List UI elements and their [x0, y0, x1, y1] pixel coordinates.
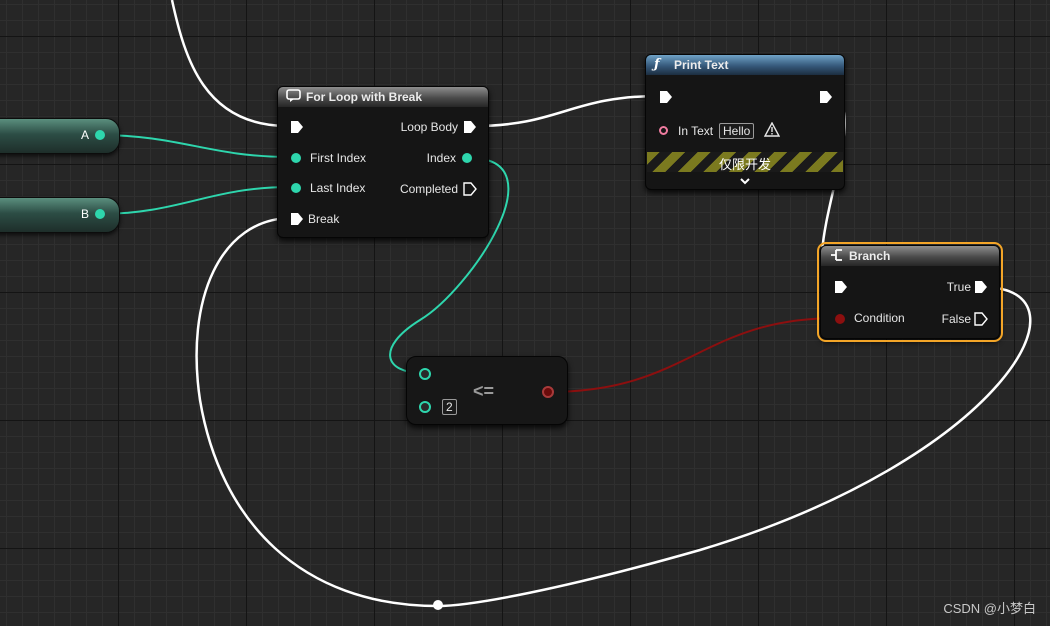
in-text-pin[interactable]	[659, 126, 668, 135]
first-index-label: First Index	[310, 151, 367, 165]
index-output-pin[interactable]	[462, 153, 472, 163]
for-loop-with-break-node[interactable]: For Loop with Break Loop Body First Inde…	[277, 86, 489, 238]
node-title: Print Text	[674, 58, 729, 72]
branch-icon	[829, 248, 845, 265]
break-label: Break	[308, 212, 340, 226]
exec-wire-loop-body-print	[473, 94, 661, 128]
exec-wire-incoming	[170, 0, 287, 128]
print-text-node[interactable]: ƒ Print Text In Text Hello 仅限开发	[645, 54, 845, 190]
in-text-value-field[interactable]: Hello	[719, 123, 755, 139]
compare-result-pin[interactable]	[542, 386, 554, 398]
chevron-down-icon[interactable]	[739, 174, 751, 192]
node-header: ƒ Print Text	[646, 55, 844, 75]
completed-label: Completed	[399, 182, 458, 196]
compare-input-b-pin[interactable]	[419, 401, 431, 413]
variable-node-a[interactable]: A	[0, 118, 120, 154]
function-icon: ƒ	[654, 57, 660, 72]
condition-pin[interactable]	[835, 314, 845, 324]
false-label: False	[941, 312, 971, 326]
index-label: Index	[426, 151, 456, 165]
node-header: Branch	[821, 246, 999, 266]
node-header: For Loop with Break	[278, 87, 488, 107]
watermark-text: CSDN @小梦白	[943, 601, 1036, 616]
true-label: True	[946, 280, 971, 294]
condition-label: Condition	[854, 311, 905, 325]
branch-node[interactable]: Branch True Condition False	[817, 242, 1003, 342]
last-index-pin[interactable]	[291, 183, 301, 193]
node-title: For Loop with Break	[306, 90, 423, 104]
reroute-knot	[433, 600, 443, 610]
variable-name: B	[80, 207, 89, 221]
int-wire-b-last-index	[98, 186, 291, 215]
variable-name: A	[80, 128, 89, 142]
in-text-label: In Text	[678, 124, 714, 138]
int-wire-a-first-index	[98, 134, 291, 158]
int-output-pin[interactable]	[95, 209, 105, 219]
development-only-banner: 仅限开发	[647, 152, 843, 172]
development-only-label: 仅限开发	[718, 157, 771, 172]
warning-icon	[763, 121, 781, 142]
last-index-label: Last Index	[310, 181, 366, 195]
int-output-pin[interactable]	[95, 130, 105, 140]
operator-label: <=	[473, 381, 495, 401]
first-index-pin[interactable]	[291, 153, 301, 163]
loop-body-label: Loop Body	[400, 120, 458, 134]
less-equal-compare-node[interactable]: 2 <=	[406, 356, 568, 425]
node-title: Branch	[849, 249, 891, 263]
bool-wire-compare-condition	[547, 317, 839, 393]
variable-node-b[interactable]: B	[0, 197, 120, 233]
compare-input-a-pin[interactable]	[419, 368, 431, 380]
loop-icon	[286, 89, 302, 106]
compare-input-b-value[interactable]: 2	[442, 399, 457, 415]
